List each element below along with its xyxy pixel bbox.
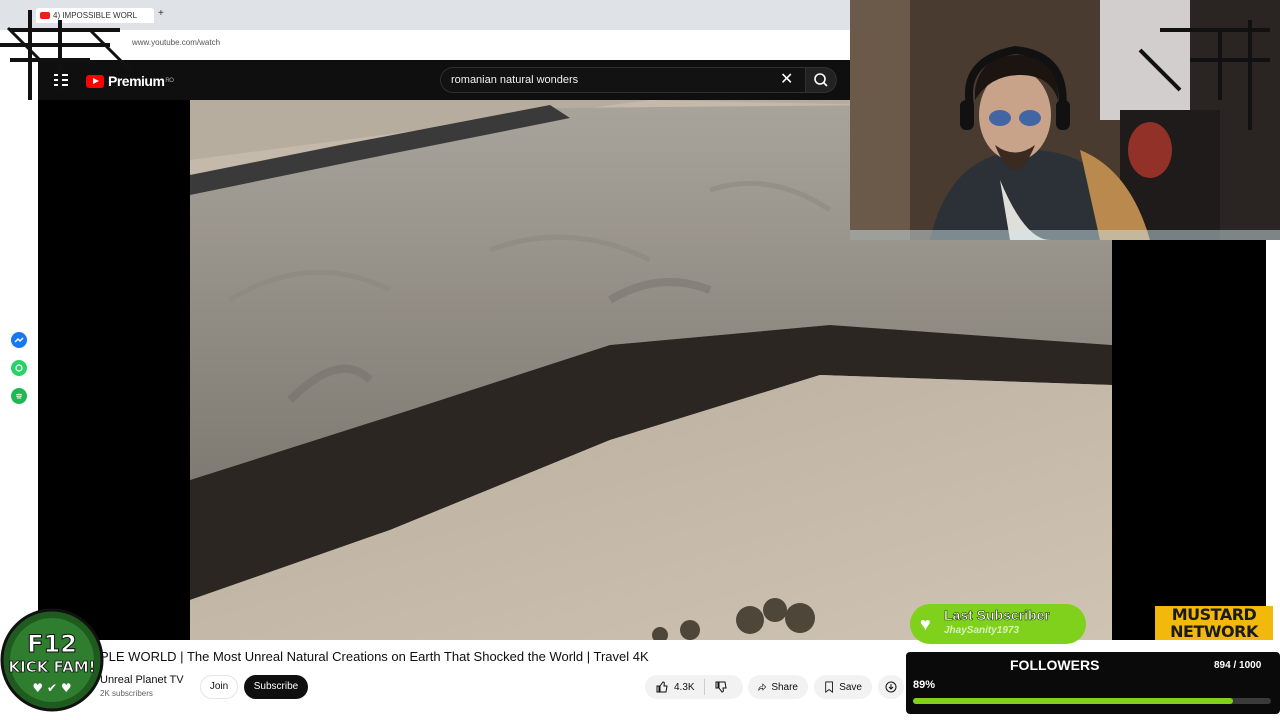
heart-icon: ♥	[920, 614, 931, 634]
browser-tab[interactable]: 4) IMPOSSIBLE WORL	[36, 8, 154, 23]
download-button[interactable]	[878, 675, 904, 699]
stream-frame-decoration-right	[1138, 20, 1270, 130]
video-letterbox-left	[38, 100, 190, 640]
share-label: Share	[771, 681, 798, 693]
mustard-network-logo: MUSTARD NETWORK	[1155, 606, 1273, 640]
divider	[703, 679, 705, 695]
followers-title: FOLLOWERS	[1010, 657, 1100, 673]
like-dislike-group: 4.3K	[645, 675, 743, 699]
spotify-icon[interactable]	[11, 388, 27, 404]
join-button[interactable]: Join	[200, 675, 238, 699]
subscriber-count: 2K subscribers	[100, 689, 153, 698]
clear-search-icon[interactable]: ✕	[780, 70, 793, 90]
address-bar[interactable]	[0, 30, 850, 61]
video-letterbox-right	[1112, 240, 1266, 640]
badge-line1: F12	[27, 630, 77, 658]
last-subscriber-title: Last Subscriber	[944, 607, 1050, 624]
network-line1: MUSTARD	[1171, 605, 1257, 624]
bookmark-icon	[825, 681, 833, 693]
new-tab-button[interactable]: +	[158, 8, 164, 19]
like-count[interactable]: 4.3K	[674, 682, 695, 693]
youtube-logo[interactable]: Premium RO	[86, 73, 174, 89]
youtube-play-icon	[86, 74, 104, 88]
badge-line2: KICK FAM!	[9, 658, 96, 676]
like-icon[interactable]	[655, 680, 669, 694]
video-title: PLE WORLD | The Most Unreal Natural Crea…	[100, 649, 649, 664]
share-button[interactable]: Share	[748, 675, 808, 699]
region-code: RO	[165, 78, 174, 84]
download-icon	[885, 681, 897, 693]
youtube-favicon-icon	[40, 12, 50, 19]
channel-name[interactable]: Unreal Planet TV	[100, 674, 184, 686]
dislike-icon[interactable]	[714, 680, 728, 694]
f12-kick-fam-badge: F12 KICK FAM! ♥ ✔ ♥	[0, 608, 104, 712]
search-button[interactable]	[805, 67, 837, 93]
followers-percent: 89%	[913, 679, 936, 691]
messenger-icon[interactable]	[11, 332, 27, 348]
menu-icon[interactable]	[54, 74, 68, 89]
followers-count: 894 / 1000	[1214, 660, 1262, 671]
share-icon	[758, 683, 767, 691]
followers-progress-fill	[913, 698, 1234, 704]
subscribe-button[interactable]: Subscribe	[244, 675, 308, 699]
save-label: Save	[839, 681, 862, 693]
url-text[interactable]: www.youtube.com/watch	[132, 38, 220, 47]
search-input[interactable]: romanian natural wonders	[440, 67, 805, 93]
tab-title: 4) IMPOSSIBLE WORL	[53, 11, 138, 20]
save-button[interactable]: Save	[814, 675, 872, 699]
hearts-icon: ♥ ✔ ♥	[32, 681, 71, 695]
network-line2: NETWORK	[1170, 622, 1258, 641]
last-subscriber-name: JhaySanity1973	[944, 625, 1020, 636]
logo-text: Premium	[108, 73, 165, 89]
search-icon	[814, 73, 828, 87]
whatsapp-icon[interactable]	[11, 360, 27, 376]
